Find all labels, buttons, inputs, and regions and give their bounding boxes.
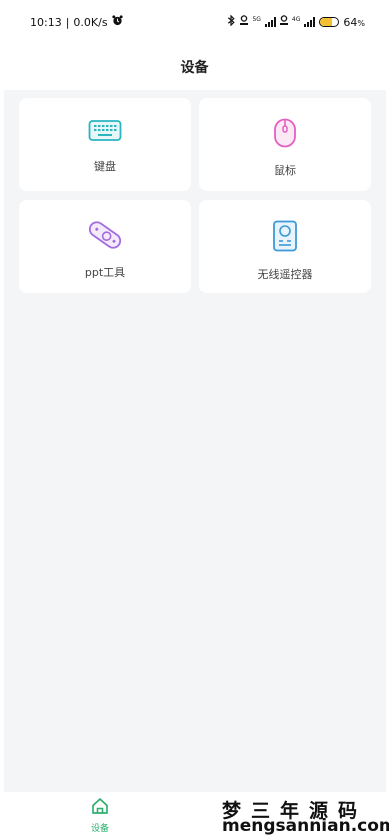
home-icon bbox=[90, 796, 110, 820]
status-right: 5G 4G 64% bbox=[227, 14, 365, 29]
status-left: 10:13 | 0.0K/s bbox=[30, 15, 123, 29]
device-grid: 键盘 鼠标 ppt工具 无线遥控器 bbox=[4, 90, 386, 792]
page-header: 设备 bbox=[0, 44, 389, 90]
signal-icon-1 bbox=[264, 17, 276, 27]
hd-icon bbox=[240, 15, 249, 29]
keyboard-icon bbox=[88, 118, 122, 148]
device-card-keyboard[interactable]: 键盘 bbox=[19, 98, 191, 191]
ppt-remote-icon bbox=[85, 220, 125, 254]
status-divider: | bbox=[65, 15, 70, 29]
signal-icon-2 bbox=[304, 17, 316, 27]
device-label: 无线遥控器 bbox=[257, 268, 313, 281]
battery-icon bbox=[319, 17, 340, 27]
device-label: ppt工具 bbox=[84, 266, 126, 279]
tab-label: 设备 bbox=[90, 824, 109, 834]
network-type-5g: 5G bbox=[252, 16, 261, 23]
watermark-url: mengsannian.com bbox=[222, 816, 389, 836]
alarm-icon bbox=[111, 15, 123, 29]
device-label: 键盘 bbox=[94, 160, 116, 173]
hd-icon-2 bbox=[279, 15, 288, 29]
device-card-mouse[interactable]: 鼠标 bbox=[199, 98, 371, 191]
status-time: 10:13 bbox=[30, 15, 62, 29]
tab-devices[interactable]: 设备 bbox=[78, 796, 122, 834]
device-card-ppt-tool[interactable]: ppt工具 bbox=[19, 200, 191, 293]
device-card-remote-control[interactable]: 无线遥控器 bbox=[199, 200, 371, 293]
device-label: 鼠标 bbox=[274, 164, 296, 177]
mouse-icon bbox=[272, 118, 298, 152]
status-bar: 10:13 | 0.0K/s 5G 4G 64% bbox=[0, 0, 389, 44]
network-type-4g: 4G bbox=[291, 16, 301, 23]
page-title: 设备 bbox=[180, 60, 209, 76]
bluetooth-icon bbox=[227, 14, 236, 29]
battery-percent: 64% bbox=[343, 15, 365, 29]
network-speed: 0.0K/s bbox=[73, 15, 108, 29]
battery-fill bbox=[320, 18, 332, 26]
remote-control-icon bbox=[272, 220, 298, 256]
